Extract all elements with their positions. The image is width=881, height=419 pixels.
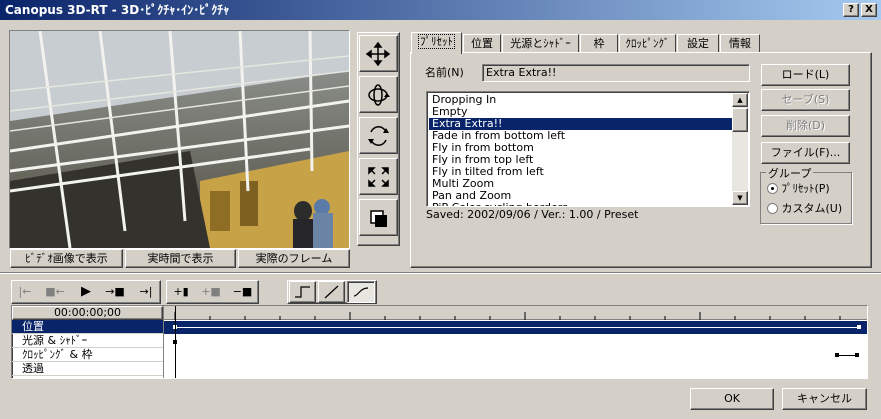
radio-preset-icon xyxy=(767,183,778,194)
move-tool-button[interactable] xyxy=(359,35,398,72)
divider xyxy=(0,272,881,274)
timeline-track-label[interactable]: 透過 xyxy=(12,362,163,376)
play-icon[interactable]: ▶ xyxy=(74,283,98,301)
add-key-icon[interactable]: +▮ xyxy=(169,283,193,301)
track-area[interactable] xyxy=(164,335,867,378)
track-labels: 位置 光源 & ｼｬﾄﾞｰ ｸﾛｯﾋﾟﾝｸﾞ & 枠透過 xyxy=(12,320,163,376)
title-bar: Canopus 3D-RT - 3D･ﾋﾟｸﾁｬ･ｲﾝ･ﾋﾟｸﾁｬ xyxy=(0,0,881,20)
realtime-view-button[interactable]: 実時間で表示 xyxy=(125,249,236,268)
position-keyframes xyxy=(173,325,861,329)
scrollbar[interactable]: ▲ ▼ xyxy=(732,93,748,205)
smooth-interp-button[interactable] xyxy=(347,281,375,303)
save-button[interactable]: セーブ(S) xyxy=(761,89,850,111)
curve-icon xyxy=(353,287,369,297)
tab-settings[interactable]: 設定 xyxy=(677,34,719,52)
radio-preset-label: ﾌﾟﾘｾｯﾄ(P) xyxy=(781,182,830,195)
move-icon xyxy=(365,41,391,67)
step-interp-button[interactable] xyxy=(289,281,316,303)
actual-frame-button[interactable]: 実際のフレーム xyxy=(238,249,350,268)
group-label: グループ xyxy=(766,165,814,181)
close-button[interactable]: X xyxy=(861,3,877,17)
timeline-track-label[interactable]: 光源 & ｼｬﾄﾞｰ xyxy=(12,334,163,348)
radio-custom[interactable]: カスタム(U) xyxy=(767,201,842,215)
tab-position[interactable]: 位置 xyxy=(463,34,501,52)
scroll-down-button[interactable]: ▼ xyxy=(732,191,748,205)
preset-list-item[interactable]: Dropping In xyxy=(429,94,732,106)
name-field[interactable]: Extra Extra!! xyxy=(482,64,750,82)
preset-list-item[interactable]: PiP Color cycling borders xyxy=(429,202,732,207)
layer-icon xyxy=(370,210,387,227)
radio-custom-icon xyxy=(767,203,778,214)
name-label: 名前(N) xyxy=(425,66,464,79)
layer-tool-button[interactable] xyxy=(359,199,398,236)
resize-tool-button[interactable] xyxy=(359,158,398,195)
playhead[interactable] xyxy=(175,306,176,378)
ruler-ticks xyxy=(174,312,841,320)
load-button[interactable]: ロード(L) xyxy=(761,64,850,86)
tab-preset-label: ﾌﾟﾘｾｯﾄ xyxy=(418,34,455,49)
preset-status: Saved: 2002/09/06 / Ver.: 1.00 / Preset xyxy=(426,208,639,221)
timeline-track-label[interactable]: ｸﾛｯﾋﾟﾝｸﾞ & 枠 xyxy=(12,348,163,362)
scroll-up-button[interactable]: ▲ xyxy=(732,93,748,107)
rotate-icon xyxy=(368,126,389,146)
go-start-icon[interactable]: |← xyxy=(14,283,36,301)
tab-info[interactable]: 情報 xyxy=(720,34,760,52)
go-end-icon[interactable]: →| xyxy=(134,283,158,301)
video-image-view-button[interactable]: ﾋﾞﾃﾞｵ画像で表示 xyxy=(10,249,123,268)
timecode-display: 00:00:00;00 xyxy=(12,306,163,320)
remove-key-icon[interactable]: −■ xyxy=(229,283,256,301)
prev-key-icon[interactable]: ■← xyxy=(40,283,70,301)
linear-icon xyxy=(324,285,339,299)
window-title: Canopus 3D-RT - 3D･ﾋﾟｸﾁｬ･ｲﾝ･ﾋﾟｸﾁｬ xyxy=(5,3,230,17)
rotate-tool-button[interactable] xyxy=(359,117,398,154)
track-keyframes xyxy=(173,340,859,357)
add-key-disabled-icon[interactable]: +■ xyxy=(197,283,225,301)
radio-preset[interactable]: ﾌﾟﾘｾｯﾄ(P) xyxy=(767,181,830,195)
rotate-3d-icon xyxy=(368,84,390,106)
tab-preset[interactable]: ﾌﾟﾘｾｯﾄ xyxy=(411,32,462,54)
tab-cropping[interactable]: ｸﾛｯﾋﾟﾝｸﾞ xyxy=(619,34,676,52)
resize-icon xyxy=(368,167,389,187)
tab-frame[interactable]: 枠 xyxy=(580,34,618,52)
position-track-bar[interactable] xyxy=(164,321,867,334)
preset-items: Dropping In Empty Extra Extra!! Fade in fro… xyxy=(429,94,732,207)
linear-interp-button[interactable] xyxy=(318,281,345,303)
cancel-button[interactable]: キャンセル xyxy=(782,388,867,410)
ok-button[interactable]: OK xyxy=(690,388,774,410)
time-ruler[interactable] xyxy=(164,306,867,320)
help-button[interactable]: ? xyxy=(843,3,859,17)
tab-light-shadow[interactable]: 光源とｼｬﾄﾞｰ xyxy=(502,34,579,52)
preview-image xyxy=(10,31,349,248)
file-button[interactable]: ファイル(F)... xyxy=(761,142,850,164)
scroll-thumb[interactable] xyxy=(732,108,748,132)
timeline-track-label[interactable]: 位置 xyxy=(12,320,163,334)
preset-list[interactable]: Dropping In Empty Extra Extra!! Fade in fro… xyxy=(426,91,750,207)
radio-custom-label: カスタム(U) xyxy=(781,202,843,215)
rotate-3d-tool-button[interactable] xyxy=(359,76,398,113)
video-preview xyxy=(9,30,350,249)
step-icon xyxy=(295,286,310,298)
next-key-icon[interactable]: →■ xyxy=(100,283,130,301)
delete-button[interactable]: 削除(D) xyxy=(761,115,850,137)
